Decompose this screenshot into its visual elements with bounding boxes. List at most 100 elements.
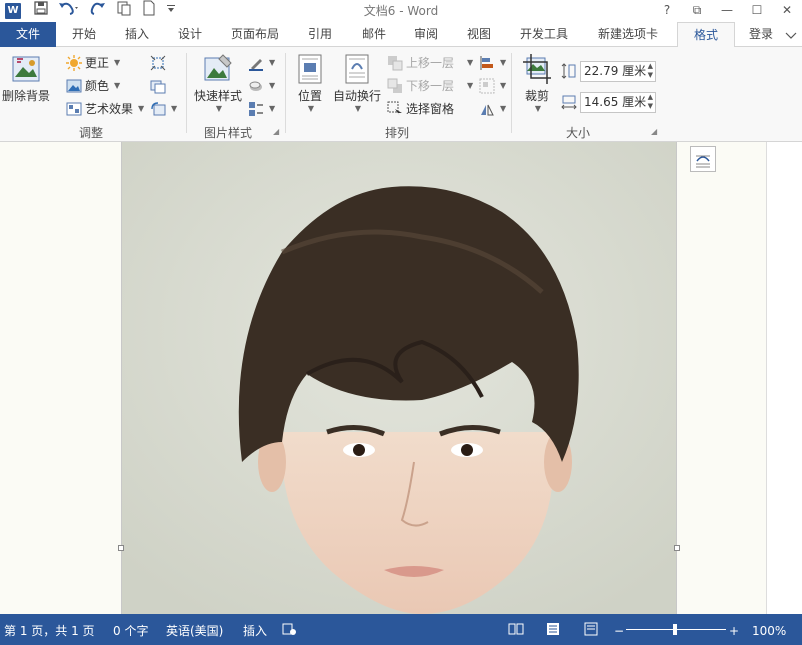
picture-styles-launcher-icon[interactable]: ◢ [273, 127, 279, 136]
tab-new-tab[interactable]: 新建选项卡 [588, 22, 668, 47]
picture-border-button[interactable]: ▼ [248, 53, 275, 73]
layout-options-icon[interactable] [690, 146, 716, 172]
color-button[interactable]: 颜色 ▼ [66, 76, 120, 96]
group-separator [186, 53, 187, 133]
compress-icon [150, 55, 166, 71]
web-layout-icon[interactable] [583, 622, 599, 641]
undo-icon[interactable] [58, 1, 80, 22]
restore-icon[interactable]: ☐ [742, 0, 772, 22]
send-backward-icon [387, 78, 402, 93]
send-backward-button[interactable]: 下移一层 ▼ [387, 76, 473, 96]
group-separator [285, 53, 286, 133]
remove-background-button[interactable]: 删除背景 [2, 53, 50, 104]
resize-handle-bottom-left[interactable] [118, 545, 124, 551]
width-spinner-icon[interactable]: ▲ ▼ [648, 93, 653, 111]
width-value: 14.65 厘米 [584, 95, 647, 109]
selected-picture[interactable] [121, 142, 677, 614]
tab-references[interactable]: 引用 [298, 22, 342, 47]
crop-caret: ▼ [534, 104, 542, 113]
tab-page-layout[interactable]: 页面布局 [224, 22, 286, 47]
help-icon[interactable]: ? [652, 0, 682, 22]
size-launcher-icon[interactable]: ◢ [651, 127, 657, 136]
quick-styles-icon [203, 53, 233, 85]
ribbon-collapse-icon[interactable] [781, 23, 802, 46]
new-doc-icon[interactable] [142, 0, 156, 23]
position-icon [295, 53, 325, 85]
minimize-icon[interactable]: — [712, 0, 742, 22]
change-picture-button[interactable] [150, 76, 166, 96]
picture-effects-button[interactable]: ▼ [248, 76, 275, 96]
crop-button[interactable]: 裁剪 ▼ [518, 53, 556, 113]
rotate-icon [481, 104, 494, 116]
group-separator [511, 53, 512, 133]
pencil-icon [249, 59, 263, 71]
group-objects-button[interactable]: ▼ [479, 76, 506, 96]
compress-pictures-button[interactable] [150, 53, 166, 73]
height-input[interactable]: 22.79 厘米 ▲ ▼ [580, 61, 656, 82]
height-value: 22.79 厘米 [584, 64, 647, 78]
tab-design[interactable]: 设计 [168, 22, 212, 47]
bring-forward-button[interactable]: 上移一层 ▼ [387, 53, 473, 73]
position-label: 位置 [297, 89, 322, 103]
reset-picture-button[interactable]: ▼ [150, 99, 177, 119]
ribbon-display-options-icon[interactable]: ⧉ [682, 0, 712, 22]
word-logo-icon[interactable]: W [5, 3, 21, 19]
print-layout-icon[interactable] [545, 622, 561, 641]
insert-mode-indicator[interactable]: 插入 [243, 622, 267, 640]
selection-pane-label: 选择窗格 [406, 102, 455, 116]
customize-qat-icon[interactable] [166, 1, 176, 21]
sun-icon [66, 55, 82, 71]
document-page[interactable] [0, 142, 766, 614]
tab-file[interactable]: 文件 [0, 22, 56, 47]
word-count[interactable]: 0 个字 [113, 622, 148, 640]
tab-home[interactable]: 开始 [62, 22, 106, 47]
zoom-in-icon[interactable]: + [729, 622, 739, 640]
read-mode-icon[interactable] [508, 622, 524, 641]
height-spinner-icon[interactable]: ▲ ▼ [648, 62, 653, 80]
width-input[interactable]: 14.65 厘米 ▲ ▼ [580, 92, 656, 113]
zoom-slider-thumb[interactable] [673, 624, 677, 635]
login-link[interactable]: 登录 [749, 22, 773, 47]
tab-view[interactable]: 视图 [457, 22, 501, 47]
adjust-group-label: 调整 [79, 126, 104, 140]
ribbon-tabs: 文件 开始 插入 设计 页面布局 引用 邮件 审阅 视图 开发工具 新建选项卡 … [0, 22, 802, 48]
artistic-effects-button[interactable]: 艺术效果 ▼ [66, 99, 144, 119]
wrap-text-label: 自动换行 [332, 89, 381, 103]
tab-mailings[interactable]: 邮件 [352, 22, 396, 47]
align-icon [480, 56, 493, 70]
quick-styles-caret: ▼ [215, 104, 223, 113]
macro-record-icon[interactable] [282, 622, 296, 641]
ribbon-format: 删除背景 更正 ▼ 颜色 ▼ 艺术效果 ▼ ▼ 调整 快速样式 ▼ ▼ ▼ ▼ 图片样… [0, 47, 802, 142]
picture-layout-button[interactable]: ▼ [248, 99, 275, 119]
reset-picture-icon [151, 102, 166, 116]
wrap-text-caret: ▼ [354, 104, 362, 113]
corrections-label: 更正 [85, 56, 110, 70]
selection-pane-icon [387, 101, 402, 116]
tab-format[interactable]: 格式 [677, 22, 735, 48]
vertical-scrollbar[interactable] [766, 142, 802, 614]
resize-handle-bottom-right[interactable] [674, 545, 680, 551]
corrections-button[interactable]: 更正 ▼ [66, 53, 120, 73]
rotate-button[interactable]: ▼ [479, 99, 506, 119]
redo-icon[interactable] [90, 1, 106, 22]
selection-pane-button[interactable]: 选择窗格 [387, 99, 454, 119]
window-controls: ? ⧉ — ☐ ✕ [652, 0, 802, 22]
wrap-text-button[interactable]: 自动换行 ▼ [332, 53, 382, 113]
page-count[interactable]: 第 1 页，共 1 页 [4, 622, 95, 640]
color-icon [66, 79, 82, 93]
position-button[interactable]: 位置 ▼ [292, 53, 328, 113]
zoom-level[interactable]: 100% [752, 622, 786, 640]
zoom-out-icon[interactable]: − [614, 622, 624, 640]
tab-review[interactable]: 审阅 [404, 22, 448, 47]
document-area [0, 142, 802, 614]
tab-insert[interactable]: 插入 [115, 22, 159, 47]
quick-styles-button[interactable]: 快速样式 ▼ [192, 53, 244, 113]
picture-effects-icon [249, 81, 262, 91]
wrap-text-icon [342, 53, 372, 85]
align-button[interactable]: ▼ [479, 53, 506, 73]
language-indicator[interactable]: 英语(美国) [166, 622, 223, 640]
tab-developer[interactable]: 开发工具 [511, 22, 577, 47]
close-icon[interactable]: ✕ [772, 0, 802, 22]
save-icon[interactable] [34, 0, 48, 22]
touch-mode-icon[interactable] [116, 0, 132, 23]
